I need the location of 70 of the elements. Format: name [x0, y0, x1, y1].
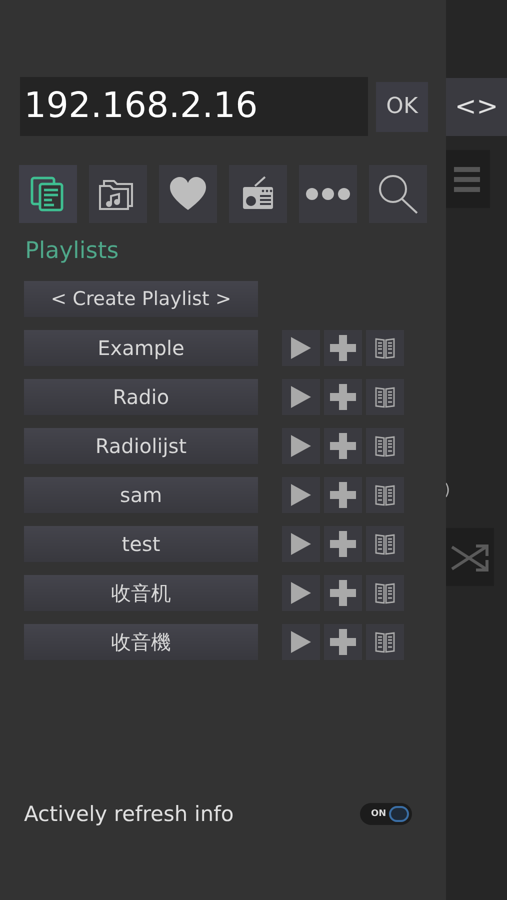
book-icon — [375, 631, 395, 653]
ok-button[interactable]: OK — [376, 82, 428, 132]
nav-tab[interactable] — [229, 165, 287, 223]
add-button[interactable] — [324, 575, 362, 611]
radio-icon — [241, 176, 275, 212]
play-button[interactable] — [282, 624, 320, 660]
play-button[interactable] — [282, 575, 320, 611]
add-button[interactable] — [324, 428, 362, 464]
play-button[interactable] — [282, 428, 320, 464]
playlist-button[interactable]: 收音机 — [24, 575, 258, 611]
edit-button[interactable] — [366, 526, 404, 562]
plus-icon — [330, 580, 356, 606]
refresh-toggle[interactable]: ON — [360, 803, 412, 826]
search-icon — [377, 173, 419, 215]
section-title: Playlists — [25, 237, 120, 266]
playlist-button[interactable]: Example — [24, 330, 258, 366]
text-fragment: ) — [444, 479, 450, 501]
play-button[interactable] — [282, 526, 320, 562]
add-button[interactable] — [324, 624, 362, 660]
nav-tab[interactable] — [369, 165, 427, 223]
toggle-drawer-button[interactable]: <> — [446, 78, 507, 136]
nav-tab[interactable] — [159, 165, 217, 223]
edit-button[interactable] — [366, 379, 404, 415]
play-icon — [291, 533, 311, 555]
plus-icon — [330, 384, 356, 410]
playlist-button[interactable]: Radiolijst — [24, 428, 258, 464]
plus-icon — [330, 433, 356, 459]
more-icon — [305, 187, 351, 201]
toggle-label: ON — [371, 808, 386, 820]
play-button[interactable] — [282, 379, 320, 415]
add-button[interactable] — [324, 477, 362, 513]
book-icon — [375, 386, 395, 408]
plus-icon — [330, 531, 356, 557]
toggle-knob — [389, 806, 409, 822]
edit-button[interactable] — [366, 624, 404, 660]
play-icon — [291, 631, 311, 653]
nav-tab[interactable] — [89, 165, 147, 223]
play-button[interactable] — [282, 330, 320, 366]
edit-button[interactable] — [366, 428, 404, 464]
nav-tab[interactable] — [299, 165, 357, 223]
shuffle-button[interactable] — [446, 528, 494, 586]
book-icon — [375, 533, 395, 555]
plus-icon — [330, 482, 356, 508]
add-button[interactable] — [324, 379, 362, 415]
plus-icon — [330, 629, 356, 655]
play-icon — [291, 582, 311, 604]
play-icon — [291, 435, 311, 457]
book-icon — [375, 435, 395, 457]
create-playlist-button[interactable]: < Create Playlist > — [24, 281, 258, 317]
plus-icon — [330, 335, 356, 361]
book-icon — [375, 337, 395, 359]
add-button[interactable] — [324, 526, 362, 562]
book-icon — [375, 582, 395, 604]
add-button[interactable] — [324, 330, 362, 366]
play-button[interactable] — [282, 477, 320, 513]
playlist-button[interactable]: sam — [24, 477, 258, 513]
nav-tab[interactable] — [19, 165, 77, 223]
playlist-button[interactable]: 收音機 — [24, 624, 258, 660]
heart-icon — [168, 176, 208, 212]
playlist-button[interactable]: Radio — [24, 379, 258, 415]
address-field[interactable]: 192.168.2.16 — [20, 77, 368, 136]
playlist-button[interactable]: test — [24, 526, 258, 562]
book-icon — [375, 484, 395, 506]
play-icon — [291, 484, 311, 506]
edit-button[interactable] — [366, 330, 404, 366]
play-icon — [291, 386, 311, 408]
edit-button[interactable] — [366, 575, 404, 611]
refresh-label: Actively refresh info — [24, 800, 234, 828]
play-icon — [291, 337, 311, 359]
edit-button[interactable] — [366, 477, 404, 513]
